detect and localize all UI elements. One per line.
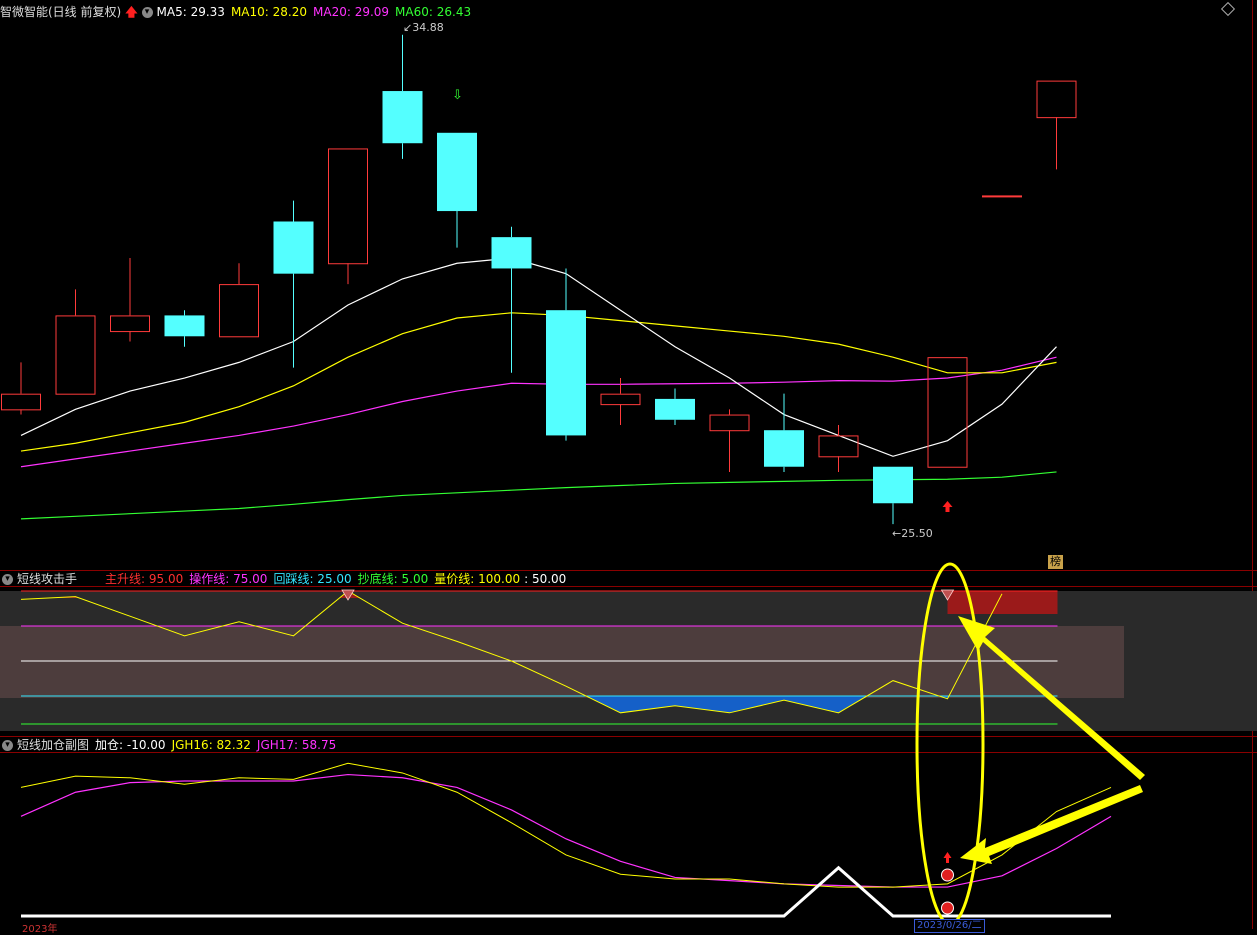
alert-zone xyxy=(947,591,1058,614)
add-position-value: 加仓: -10.00 xyxy=(95,738,166,752)
candle-body xyxy=(164,315,205,337)
candle xyxy=(818,424,859,472)
ma5-value: MA5: 29.33 xyxy=(156,5,225,19)
candle-body xyxy=(110,315,150,333)
operate-line-value: 操作线: 75.00 xyxy=(189,572,268,586)
candle xyxy=(219,263,259,338)
candle-body xyxy=(437,132,477,212)
main-up-line-value: 主升线: 95.00 xyxy=(105,572,184,586)
main-title[interactable]: 智微智能(日线 前复权) xyxy=(0,4,121,20)
ma20-value: MA20: 29.09 xyxy=(313,5,390,19)
candle xyxy=(655,388,695,425)
candlesticks xyxy=(1,34,1077,525)
buy-signal-arrow-icon xyxy=(946,857,949,863)
candle xyxy=(55,289,96,395)
candle-body xyxy=(219,284,259,338)
candle xyxy=(1,362,41,415)
ma10-value: MA10: 28.20 xyxy=(230,5,307,19)
candle xyxy=(982,195,1022,198)
ma5-line xyxy=(20,257,1057,457)
chevron-down-icon[interactable]: ▾ xyxy=(2,739,13,751)
rank-badge[interactable]: 榜 xyxy=(1048,555,1063,569)
ma60-value: MA60: 26.43 xyxy=(395,5,472,19)
mid-line-value: : 50.00 xyxy=(524,572,567,586)
bottom-line-value: 抄底线: 5.00 xyxy=(357,572,429,586)
buy-ball-icon xyxy=(941,868,954,882)
price-markers: ⇩ xyxy=(452,88,953,512)
candle xyxy=(709,409,750,472)
candle-body xyxy=(546,310,586,436)
pullback-line-value: 回踩线: 25.00 xyxy=(273,572,352,586)
candle-body xyxy=(1,393,41,411)
annotation-arrow-icon xyxy=(960,785,1143,864)
candle xyxy=(437,132,477,248)
frame xyxy=(0,0,1257,929)
jgh17-value: JGH17: 58.75 xyxy=(256,738,337,752)
candle xyxy=(273,200,314,368)
candle-body xyxy=(655,398,695,420)
candle-body xyxy=(818,435,859,458)
indicator2-plot xyxy=(20,762,1112,918)
candle xyxy=(491,226,532,373)
candle xyxy=(110,258,150,342)
candle xyxy=(546,268,586,441)
candle-body xyxy=(927,357,968,468)
candle-body xyxy=(328,148,368,265)
indicator2-header: ▾ 短线加仓副图 加仓: -10.00 JGH16: 82.32 JGH17: … xyxy=(0,737,342,753)
candle-body xyxy=(273,221,314,274)
candle xyxy=(328,148,368,285)
candle xyxy=(927,357,968,468)
buy-ball-icon xyxy=(941,901,954,915)
candle-body xyxy=(873,466,913,504)
candle-body xyxy=(764,430,804,467)
cursor-date-box: 2023/0/26/二 xyxy=(914,919,985,933)
candle xyxy=(382,34,423,159)
indicator1-header: ▾ 短线攻击手 主升线: 95.00 操作线: 75.00 回踩线: 25.00… xyxy=(0,571,566,587)
candle-body xyxy=(491,237,532,269)
indicator1-title[interactable]: 短线攻击手 xyxy=(17,571,77,587)
ma20-line xyxy=(20,356,1057,468)
down-signal-arrow-icon: ⇩ xyxy=(452,88,463,103)
candle xyxy=(164,310,205,347)
chart-canvas[interactable]: ⇩ xyxy=(0,0,1257,929)
candle xyxy=(873,466,913,525)
year-label: 2023年 xyxy=(22,924,58,935)
main-header: 智微智能(日线 前复权) 🡅 ▾ MA5: 29.33 MA10: 28.20 … xyxy=(0,4,477,20)
up-arrow-icon: 🡅 xyxy=(125,5,138,19)
indicator2-title[interactable]: 短线加仓副图 xyxy=(17,737,89,753)
candle-body xyxy=(982,195,1022,198)
jgh16-value: JGH16: 82.32 xyxy=(171,738,251,752)
buy-signal-arrow-icon xyxy=(945,506,950,512)
operate-band xyxy=(0,626,1124,698)
candle xyxy=(600,378,641,425)
candle-body xyxy=(709,414,750,432)
chevron-down-icon[interactable]: ▾ xyxy=(141,6,153,18)
chevron-down-icon[interactable]: ▾ xyxy=(2,573,13,585)
candle-body xyxy=(1036,80,1077,119)
high-price-label: ↙34.88 xyxy=(403,21,444,34)
volume-price-line-value: 量价线: 100.00 xyxy=(434,572,521,586)
candle xyxy=(1036,80,1077,170)
low-price-label: ←25.50 xyxy=(892,527,933,540)
candle-body xyxy=(382,91,423,144)
candle-body xyxy=(600,393,641,406)
candle-body xyxy=(55,315,96,395)
